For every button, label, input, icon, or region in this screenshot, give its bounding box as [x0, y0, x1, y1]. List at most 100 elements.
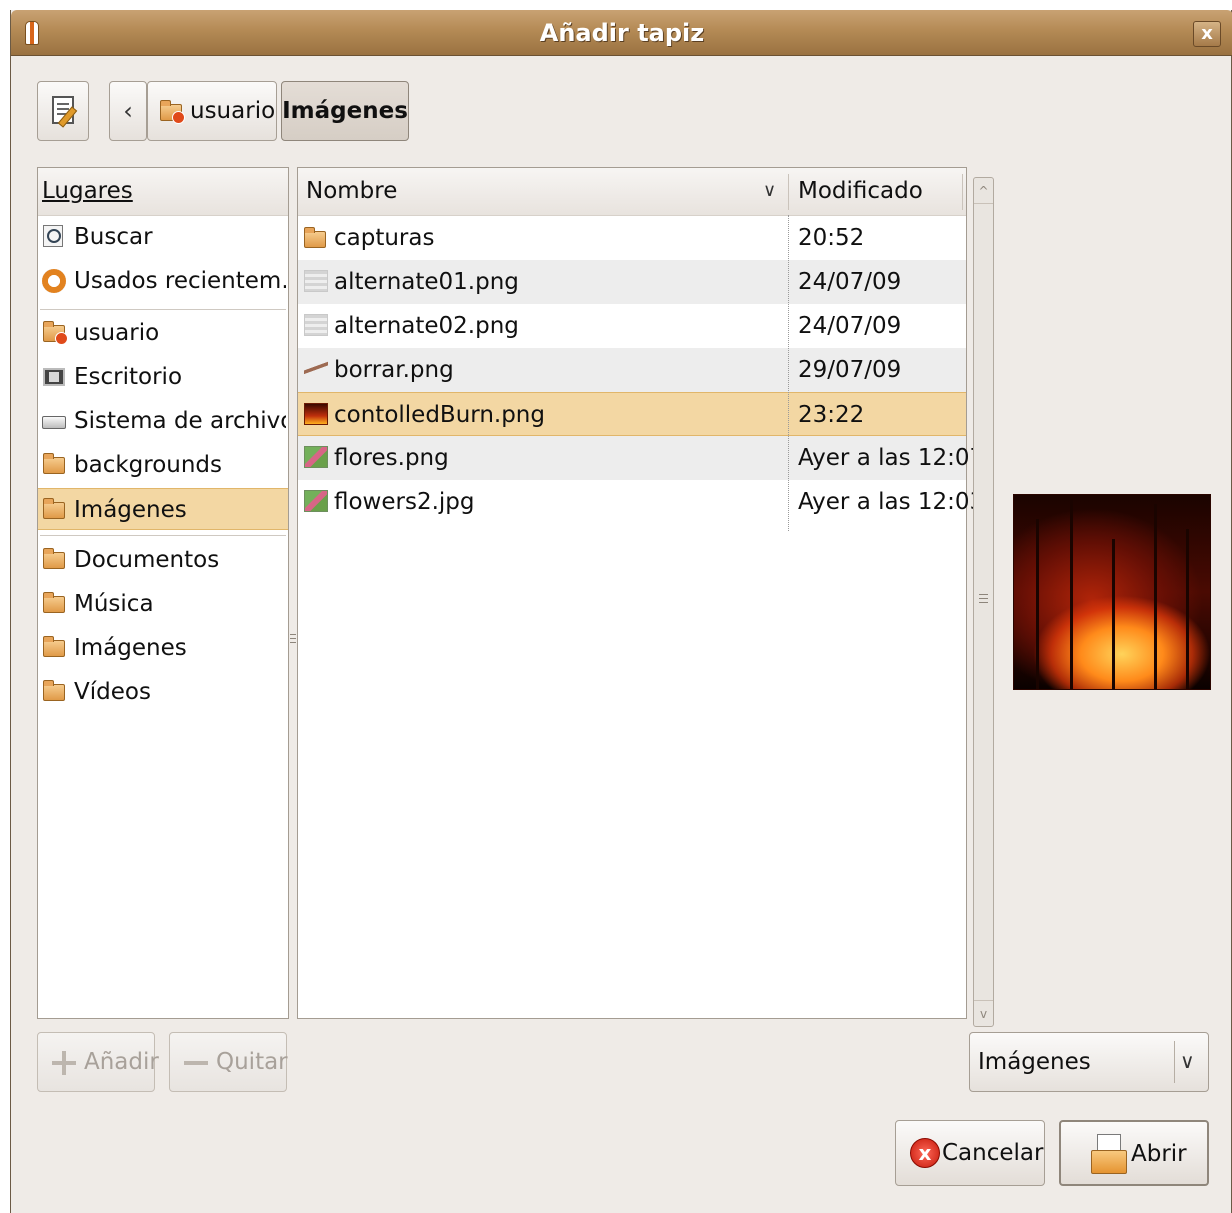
- image-thumbnail-icon: [304, 270, 328, 292]
- chevron-down-icon: ∨: [1180, 1049, 1195, 1073]
- folder-icon: [43, 592, 65, 613]
- scroll-up-arrow-icon[interactable]: ^: [974, 178, 993, 204]
- pane-resize-handle[interactable]: [290, 634, 296, 644]
- scroll-grip[interactable]: [979, 594, 988, 604]
- title-bar[interactable]: Añadir tapiz x: [11, 10, 1232, 56]
- column-divider[interactable]: [788, 174, 789, 210]
- image-preview: [1013, 494, 1211, 690]
- breadcrumb-label: usuario: [190, 98, 276, 124]
- place-label: Imágenes: [74, 497, 187, 523]
- type-location-button[interactable]: [37, 81, 89, 141]
- file-name: flowers2.jpg: [334, 489, 475, 515]
- image-thumbnail-icon: [304, 314, 328, 336]
- column-name-header[interactable]: Nombre: [306, 168, 397, 214]
- places-header[interactable]: Lugares: [38, 168, 288, 216]
- breadcrumb-usuario[interactable]: usuario: [147, 81, 277, 141]
- scroll-down-arrow-icon[interactable]: v: [974, 1000, 993, 1026]
- breadcrumb-label: Imágenes: [282, 98, 408, 124]
- file-name: alternate01.png: [334, 269, 519, 295]
- place-label: Música: [74, 591, 154, 617]
- places-header-label: Lugares: [42, 178, 133, 204]
- preview-tree: [1070, 499, 1073, 689]
- open-folder-icon: [1091, 1134, 1127, 1174]
- path-back-button[interactable]: ‹: [109, 81, 147, 141]
- search-icon: [43, 225, 63, 247]
- file-name: flores.png: [334, 445, 449, 471]
- desktop-icon: [43, 368, 65, 386]
- places-sidebar: Lugares Buscar Usados recientem... usuar…: [37, 167, 289, 1019]
- folder-icon: [43, 498, 65, 519]
- close-button[interactable]: x: [1193, 21, 1221, 47]
- cancel-button-label: Cancelar: [942, 1140, 1044, 1166]
- place-usuario[interactable]: usuario: [38, 312, 288, 354]
- file-list-scrollbar[interactable]: ^ v: [973, 177, 994, 1027]
- place-label: Usados recientem...: [74, 268, 286, 294]
- file-name: borrar.png: [334, 357, 454, 383]
- place-imagenes[interactable]: Imágenes: [38, 627, 288, 669]
- place-escritorio[interactable]: Escritorio: [38, 356, 288, 398]
- place-musica[interactable]: Música: [38, 583, 288, 625]
- place-label: Buscar: [74, 224, 153, 250]
- file-row[interactable]: flowers2.jpg Ayer a las 12:03: [298, 480, 984, 524]
- file-row[interactable]: flores.png Ayer a las 12:07: [298, 436, 984, 480]
- places-separator: [40, 309, 286, 311]
- place-filesystem[interactable]: Sistema de archivos: [38, 400, 288, 442]
- column-divider[interactable]: [962, 174, 963, 210]
- file-row[interactable]: alternate02.png 24/07/09: [298, 304, 966, 348]
- file-name: contolledBurn.png: [334, 402, 545, 428]
- place-label: Imágenes: [74, 635, 187, 661]
- place-backgrounds[interactable]: backgrounds: [38, 444, 288, 486]
- column-modified-header[interactable]: Modificado: [798, 168, 923, 214]
- place-label: Sistema de archivos: [74, 408, 286, 434]
- column-dotted-divider: [788, 215, 789, 531]
- remove-bookmark-button[interactable]: Quitar: [169, 1032, 288, 1092]
- file-modified: 23:22: [798, 402, 865, 428]
- home-folder-icon: [160, 100, 185, 124]
- sort-descending-icon[interactable]: ∨: [763, 180, 776, 201]
- file-list: Nombre ∨ Modificado capturas 20:52 alter…: [297, 167, 984, 1019]
- window-title: Añadir tapiz: [539, 19, 705, 47]
- file-modified: 20:52: [798, 225, 865, 251]
- breadcrumb-imagenes[interactable]: Imágenes: [281, 81, 409, 141]
- minus-icon: [184, 1061, 208, 1065]
- place-label: backgrounds: [74, 452, 223, 478]
- image-thumbnail-icon: [304, 403, 328, 425]
- cancel-button[interactable]: x Cancelar: [895, 1120, 1045, 1186]
- home-folder-icon: [43, 321, 68, 345]
- file-row-selected[interactable]: contolledBurn.png 23:22: [298, 392, 966, 436]
- select-divider: [1174, 1041, 1175, 1083]
- file-row[interactable]: borrar.png 29/07/09: [298, 348, 966, 392]
- file-name: capturas: [334, 225, 435, 251]
- open-button[interactable]: Abrir: [1059, 1120, 1209, 1186]
- edit-location-icon: [52, 96, 74, 124]
- cancel-icon: x: [910, 1138, 940, 1168]
- file-type-filter-select[interactable]: Imágenes ∨: [969, 1032, 1209, 1092]
- preview-tree: [1036, 519, 1039, 689]
- place-label: Vídeos: [74, 679, 151, 705]
- image-thumbnail-icon: [304, 490, 328, 512]
- place-imagenes-bookmark[interactable]: Imágenes: [38, 488, 288, 530]
- file-row[interactable]: alternate01.png 24/07/09: [298, 260, 966, 304]
- place-videos[interactable]: Vídeos: [38, 671, 288, 713]
- file-modified: Ayer a las 12:03: [798, 489, 985, 515]
- image-thumbnail-icon: [304, 446, 328, 468]
- remove-button-label: Quitar: [216, 1049, 288, 1075]
- folder-icon: [304, 227, 326, 248]
- recent-clock-icon: [42, 269, 66, 293]
- file-list-header: Nombre ∨ Modificado: [298, 168, 966, 216]
- image-thumbnail-icon: [304, 358, 328, 380]
- file-row[interactable]: capturas 20:52: [298, 216, 966, 260]
- file-chooser-dialog: Añadir tapiz x ‹ usuario Imágenes Lugare…: [10, 10, 1232, 1213]
- plus-icon: [52, 1051, 76, 1075]
- place-label: Escritorio: [74, 364, 183, 390]
- place-recent[interactable]: Usados recientem...: [38, 260, 288, 302]
- place-label: Documentos: [74, 547, 220, 573]
- add-button-label: Añadir: [84, 1049, 159, 1075]
- file-modified: 24/07/09: [798, 313, 902, 339]
- add-bookmark-button[interactable]: Añadir: [37, 1032, 159, 1092]
- folder-icon: [43, 453, 65, 474]
- folder-icon: [43, 636, 65, 657]
- place-buscar[interactable]: Buscar: [38, 216, 288, 258]
- places-separator: [40, 535, 286, 537]
- place-documentos[interactable]: Documentos: [38, 539, 288, 581]
